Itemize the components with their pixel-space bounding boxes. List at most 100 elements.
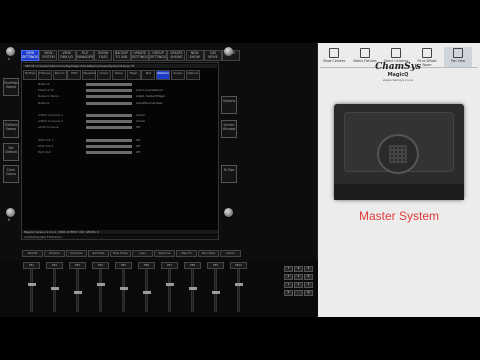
screen-tab[interactable]: Setup <box>111 70 126 80</box>
to-size-button[interactable]: To Size <box>221 165 237 183</box>
command-line[interactable]: Add/Set/Update FX/Pos/Col <box>22 235 218 239</box>
keypad-key[interactable]: 6 <box>304 274 313 280</box>
keypad-key[interactable]: 5 <box>294 274 303 280</box>
settings-row[interactable] <box>38 133 90 136</box>
fader-cap[interactable] <box>165 283 174 286</box>
playback-label[interactable]: Fan Chase <box>198 250 219 257</box>
settings-row[interactable]: ArtNet Universe 1 Artnet <box>38 114 145 117</box>
fader-track[interactable] <box>214 268 217 312</box>
fader-track[interactable] <box>145 268 148 312</box>
encoder-c-knob[interactable] <box>224 47 233 56</box>
fader-cap[interactable] <box>188 287 197 290</box>
playback-label[interactable]: Dimmer <box>44 250 65 257</box>
fader-cap[interactable] <box>142 291 151 294</box>
screen-window-button[interactable]: Screen Window <box>221 120 237 138</box>
settings-row[interactable] <box>38 108 90 111</box>
encoder-d-knob[interactable] <box>224 208 233 217</box>
fader-cap[interactable] <box>234 283 243 286</box>
fader-track[interactable] <box>122 268 125 312</box>
fader-cap[interactable] <box>73 291 82 294</box>
screen-tab[interactable]: Magic <box>126 70 141 80</box>
fader-track[interactable] <box>237 268 240 312</box>
row-value-field[interactable] <box>86 126 132 130</box>
fader-cap[interactable] <box>119 287 128 290</box>
top-tab[interactable]: VIEW DMX I/O <box>57 50 76 61</box>
pan-main-speed-button[interactable]: Pan/Main Speed <box>3 78 19 96</box>
fader-track[interactable] <box>53 268 56 312</box>
settings-row[interactable]: sACN Universe Off <box>38 126 140 130</box>
top-tab[interactable]: FILE MANAGER <box>75 50 94 61</box>
fader-track[interactable] <box>30 268 33 312</box>
screen-tab[interactable]: Profiles <box>23 70 37 80</box>
keypad-key[interactable]: 3 <box>304 282 313 288</box>
encoder-a-knob[interactable] <box>6 47 15 56</box>
screen-tab[interactable]: Options <box>185 70 200 80</box>
settings-row[interactable]: Multi Out Off <box>38 151 140 155</box>
fader-track[interactable] <box>99 268 102 312</box>
top-tab[interactable]: VIEW SYSTEM <box>39 50 58 61</box>
screen-tab[interactable]: Playback <box>82 70 97 80</box>
keypad-key[interactable]: 0 <box>284 290 293 296</box>
top-tab[interactable]: CREATE SHOWS <box>167 50 186 61</box>
row-value-field[interactable] <box>86 151 132 155</box>
top-tab[interactable]: NEW SHOW <box>185 50 204 61</box>
settings-row[interactable]: DMX Out 1 Off <box>38 138 140 142</box>
fader-cap[interactable] <box>27 283 36 286</box>
playback-label[interactable]: Colour <box>220 250 241 257</box>
playback-label[interactable]: Main FX <box>176 250 197 257</box>
playback-label[interactable]: Pan/Tilt <box>22 250 43 257</box>
settings-row[interactable]: ArtNet Universe 2 Artnet <box>38 120 145 124</box>
screen-tab[interactable]: Record <box>52 70 67 80</box>
row-value-field[interactable] <box>86 120 132 124</box>
keypad-key[interactable]: 2 <box>294 282 303 288</box>
playback-label[interactable]: Spot Cue <box>154 250 175 257</box>
playback-label[interactable]: Cyan <box>132 250 153 257</box>
options-button[interactable]: Options <box>221 96 237 114</box>
settings-row[interactable]: Network Name Adapt, Default/Magic <box>38 95 165 99</box>
top-tab[interactable]: UPDATE SETTINGS <box>130 50 149 61</box>
playback-label[interactable]: Circle Fan <box>66 250 87 257</box>
fader-cap[interactable] <box>96 283 105 286</box>
clear-colour-button[interactable]: Clear Colour <box>3 165 19 183</box>
keypad-key[interactable]: . <box>294 290 303 296</box>
visualiser-tool[interactable]: Show Camera <box>320 47 348 67</box>
top-tab[interactable]: SHOW FILES <box>94 50 113 61</box>
screen-tab[interactable]: DMX <box>67 70 82 80</box>
fader-track[interactable] <box>76 268 79 312</box>
tilt-main-sweep-button[interactable]: Tilt/Main Sweep <box>3 120 19 138</box>
top-tab[interactable]: CUE MOVE <box>204 50 222 61</box>
row-value-field[interactable] <box>86 138 132 142</box>
keypad-key[interactable]: 1 <box>284 282 293 288</box>
screen-tab[interactable]: Network <box>156 70 171 80</box>
screen-tab[interactable]: Net <box>141 70 156 80</box>
fader-track[interactable] <box>191 268 194 312</box>
settings-row[interactable]: Network Auto/Ethernet Raw <box>38 101 162 105</box>
settings-row[interactable]: Network <box>38 83 136 86</box>
fader-cap[interactable] <box>211 291 220 294</box>
row-value-field[interactable] <box>86 89 132 93</box>
keypad-key[interactable]: 9 <box>304 266 313 272</box>
row-value-field[interactable] <box>86 83 132 86</box>
fader-track[interactable] <box>168 268 171 312</box>
screen-tab[interactable]: Screen <box>171 70 185 80</box>
playback-label[interactable]: Blue Chase <box>110 250 131 257</box>
top-tab[interactable]: VIEW SETTINGS <box>21 50 39 61</box>
set-default-button[interactable]: Set Default <box>3 143 19 161</box>
keypad-key[interactable]: 4 <box>284 274 293 280</box>
row-value-field[interactable] <box>86 101 132 105</box>
visualiser-tool[interactable]: Pan View <box>444 47 472 67</box>
screen-tab[interactable]: Colour <box>97 70 111 80</box>
settings-row[interactable]: DMX Out 2 Off <box>38 145 140 148</box>
top-tab[interactable]: GROUP SETTINGS <box>149 50 168 61</box>
row-value-field[interactable] <box>86 95 132 99</box>
top-tab[interactable]: BACKUP TO USB <box>112 50 131 61</box>
row-value-field[interactable] <box>86 145 132 148</box>
fader-cap[interactable] <box>50 287 59 290</box>
keypad-key[interactable]: 8 <box>294 266 303 272</box>
playback-label[interactable]: Red Fade <box>88 250 109 257</box>
screen-tab[interactable]: Fixtures <box>37 70 52 80</box>
keypad-key[interactable]: @ <box>304 290 313 296</box>
keypad-key[interactable]: 7 <box>284 266 293 272</box>
settings-row[interactable]: Ethernet IP Auto Local Network <box>38 89 163 93</box>
encoder-b-knob[interactable] <box>6 208 15 217</box>
